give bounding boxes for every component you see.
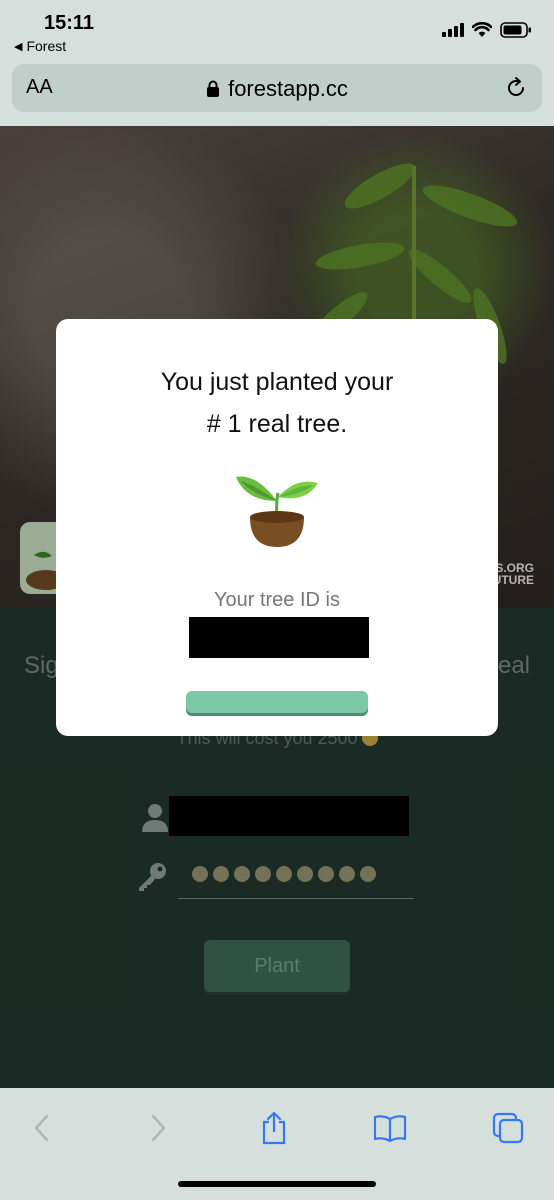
- domain-text: forestapp.cc: [228, 76, 348, 101]
- sprout-icon: [236, 476, 318, 547]
- browser-address-area: AA forestapp.cc: [0, 62, 554, 126]
- address-display[interactable]: forestapp.cc: [12, 76, 542, 102]
- back-triangle-icon: ◀: [14, 40, 23, 53]
- status-bar: 15:11 ◀ Forest: [0, 0, 554, 62]
- chevron-left-icon: [34, 1114, 49, 1142]
- status-icons: [442, 22, 532, 38]
- tree-id-label: Your tree ID is: [214, 589, 340, 611]
- status-time: 15:11: [44, 12, 95, 34]
- book-icon: [373, 1115, 407, 1143]
- modal-title: You just planted your # 1 real tree.: [160, 368, 394, 438]
- battery-icon: [500, 22, 531, 38]
- tree-id-redacted: [189, 617, 369, 658]
- modal-confirm-button[interactable]: [186, 691, 368, 713]
- chevron-right-icon: [151, 1114, 166, 1142]
- success-modal: You just planted your # 1 real tree. You…: [56, 319, 498, 736]
- tabs-icon: [492, 1112, 524, 1144]
- share-icon: [262, 1111, 286, 1145]
- home-indicator: [178, 1181, 376, 1187]
- bookmarks-button[interactable]: [370, 1108, 410, 1148]
- back-to-app-link[interactable]: ◀ Forest: [14, 38, 66, 54]
- back-button[interactable]: [22, 1108, 62, 1148]
- cellular-signal-icon: [442, 23, 464, 37]
- reload-icon[interactable]: [504, 76, 528, 100]
- back-app-label: Forest: [26, 38, 67, 54]
- tabs-button[interactable]: [488, 1108, 528, 1148]
- wifi-icon: [472, 22, 492, 37]
- forward-button[interactable]: [138, 1108, 178, 1148]
- lock-icon: [207, 80, 220, 97]
- address-bar[interactable]: AA forestapp.cc: [12, 64, 542, 112]
- share-button[interactable]: [254, 1108, 294, 1148]
